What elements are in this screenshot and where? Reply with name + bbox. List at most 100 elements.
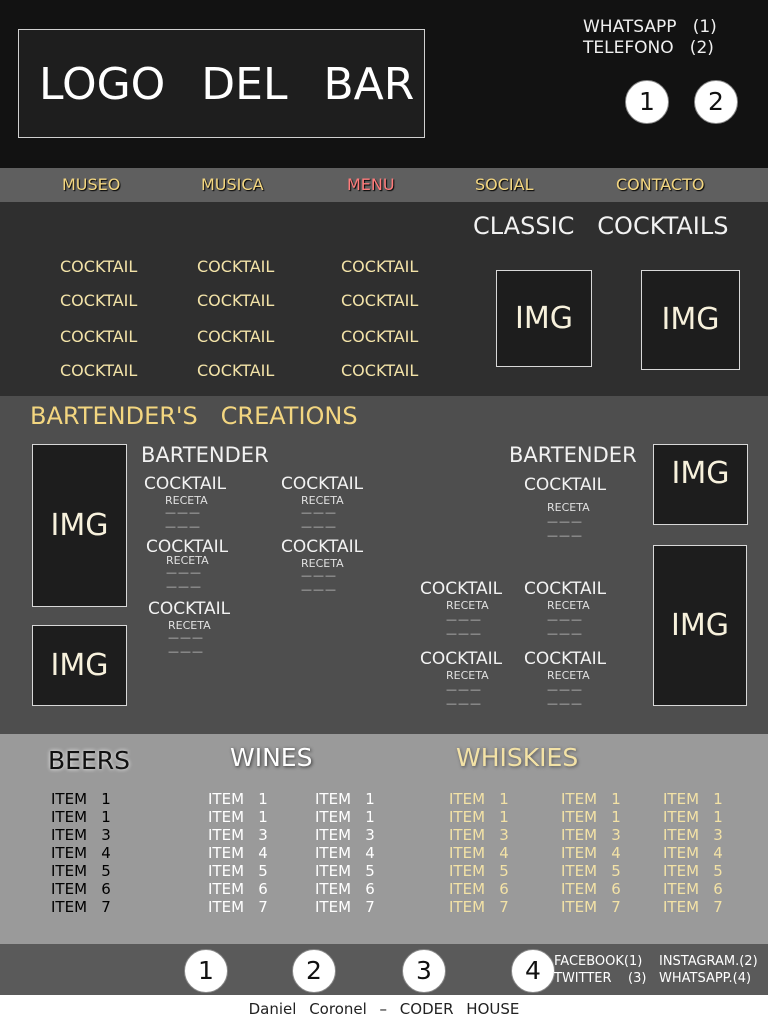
wine-item[interactable]: ITEM 1 [208,808,268,826]
wine-item[interactable]: ITEM 1 [315,790,375,808]
whisky-item[interactable]: ITEM 4 [663,844,723,862]
drinks-section: BEERS WINES WHISKIES ITEM 1 ITEM 1 ITEM … [0,734,768,944]
nav-museo[interactable]: MUSEO [62,175,120,194]
whisky-item[interactable]: ITEM 1 [561,808,621,826]
recipe-placeholder-line: ——— [168,645,204,658]
whisky-item[interactable]: ITEM 5 [449,862,509,880]
wine-item[interactable]: ITEM 5 [208,862,268,880]
facebook-button[interactable]: 1 [184,949,228,993]
whisky-item[interactable]: ITEM 5 [663,862,723,880]
whisky-item[interactable]: ITEM 1 [663,790,723,808]
cocktail-link[interactable]: COCKTAIL [148,599,230,619]
bartender-name: BARTENDER [509,443,637,467]
beer-item[interactable]: ITEM 7 [51,898,111,916]
whisky-item[interactable]: ITEM 6 [663,880,723,898]
beer-item[interactable]: ITEM 6 [51,880,111,898]
wine-item[interactable]: ITEM 7 [315,898,375,916]
wine-item[interactable]: ITEM 5 [315,862,375,880]
recipe-placeholder-line: ——— [166,580,202,593]
wine-item[interactable]: ITEM 3 [208,826,268,844]
recipe-placeholder-line: ——— [301,520,337,533]
nav-musica[interactable]: MUSICA [201,175,264,194]
wine-item[interactable]: ITEM 3 [315,826,375,844]
whisky-item[interactable]: ITEM 3 [663,826,723,844]
bartender-name: BARTENDER [141,443,269,467]
instagram-button[interactable]: 2 [292,949,336,993]
recipe-placeholder-line: ——— [547,613,583,626]
whisky-item[interactable]: ITEM 1 [449,790,509,808]
beer-item[interactable]: ITEM 4 [51,844,111,862]
whisky-item[interactable]: ITEM 1 [449,808,509,826]
cocktail-link[interactable]: COCKTAIL [341,257,418,276]
bartender-image-placeholder: IMG [32,444,127,607]
beer-item[interactable]: ITEM 1 [51,790,111,808]
whisky-item[interactable]: ITEM 1 [561,790,621,808]
cocktail-link[interactable]: COCKTAIL [60,291,137,310]
recipe-label: RECETA [446,599,489,612]
cocktail-link[interactable]: COCKTAIL [420,649,502,669]
cocktail-link[interactable]: COCKTAIL [60,327,137,346]
recipe-placeholder-line: ——— [446,697,482,710]
beer-item[interactable]: ITEM 5 [51,862,111,880]
whisky-item[interactable]: ITEM 7 [561,898,621,916]
whisky-item[interactable]: ITEM 3 [561,826,621,844]
cocktail-link[interactable]: COCKTAIL [60,361,137,380]
twitter-button[interactable]: 3 [402,949,446,993]
social-label-facebook: FACEBOOK(1) [554,954,643,969]
recipe-label: RECETA [446,669,489,682]
wine-item[interactable]: ITEM 4 [315,844,375,862]
whisky-item[interactable]: ITEM 4 [449,844,509,862]
cocktail-link[interactable]: COCKTAIL [524,475,606,495]
cocktail-link[interactable]: COCKTAIL [197,257,274,276]
whisky-item[interactable]: ITEM 4 [561,844,621,862]
cocktail-link[interactable]: COCKTAIL [341,327,418,346]
cocktail-link[interactable]: COCKTAIL [144,474,226,494]
whisky-item[interactable]: ITEM 3 [449,826,509,844]
cocktail-link[interactable]: COCKTAIL [341,291,418,310]
cocktail-link[interactable]: COCKTAIL [420,579,502,599]
cocktail-link[interactable]: COCKTAIL [524,649,606,669]
recipe-placeholder-line: ——— [547,529,583,542]
social-label-twitter: TWITTER (3) [554,971,647,986]
cocktail-link[interactable]: COCKTAIL [197,291,274,310]
whisky-item[interactable]: ITEM 6 [561,880,621,898]
whatsapp-contact-label: WHATSAPP (1) [583,17,717,37]
social-label-whatsapp: WHATSAPP.(4) [659,971,752,986]
nav-social[interactable]: SOCIAL [475,175,534,194]
cocktail-link[interactable]: COCKTAIL [281,537,363,557]
whisky-item[interactable]: ITEM 7 [663,898,723,916]
wine-item[interactable]: ITEM 6 [315,880,375,898]
recipe-placeholder-line: ——— [165,506,201,519]
recipe-placeholder-line: ——— [446,613,482,626]
cocktail-link[interactable]: COCKTAIL [341,361,418,380]
wine-item[interactable]: ITEM 1 [208,790,268,808]
whisky-item[interactable]: ITEM 7 [449,898,509,916]
social-label-instagram: INSTAGRAM.(2) [659,954,758,969]
whisky-item[interactable]: ITEM 6 [449,880,509,898]
beer-item[interactable]: ITEM 1 [51,808,111,826]
wines-list: ITEM 1 ITEM 1 ITEM 3 ITEM 4 ITEM 5 ITEM … [315,790,375,916]
cocktail-link[interactable]: COCKTAIL [60,257,137,276]
wine-item[interactable]: ITEM 4 [208,844,268,862]
phone-contact-label: TELEFONO (2) [583,38,714,58]
wine-item[interactable]: ITEM 6 [208,880,268,898]
whatsapp-social-button[interactable]: 4 [511,949,555,993]
whiskies-list: ITEM 1 ITEM 1 ITEM 3 ITEM 4 ITEM 5 ITEM … [561,790,621,916]
nav-menu[interactable]: MENU [347,175,395,194]
phone-button[interactable]: 2 [694,80,738,124]
wine-item[interactable]: ITEM 7 [208,898,268,916]
cocktail-link[interactable]: COCKTAIL [197,361,274,380]
bartender-image-placeholder: IMG [32,625,127,706]
wine-item[interactable]: ITEM 1 [315,808,375,826]
whiskies-list: ITEM 1 ITEM 1 ITEM 3 ITEM 4 ITEM 5 ITEM … [449,790,509,916]
cocktail-link[interactable]: COCKTAIL [524,579,606,599]
beer-item[interactable]: ITEM 3 [51,826,111,844]
classic-image-placeholder: IMG [496,270,592,367]
whisky-item[interactable]: ITEM 1 [663,808,723,826]
nav-contacto[interactable]: CONTACTO [616,175,704,194]
whisky-item[interactable]: ITEM 5 [561,862,621,880]
bar-logo[interactable]: LOGO DEL BAR [18,29,425,138]
cocktail-link[interactable]: COCKTAIL [281,474,363,494]
cocktail-link[interactable]: COCKTAIL [197,327,274,346]
whatsapp-button[interactable]: 1 [625,80,669,124]
